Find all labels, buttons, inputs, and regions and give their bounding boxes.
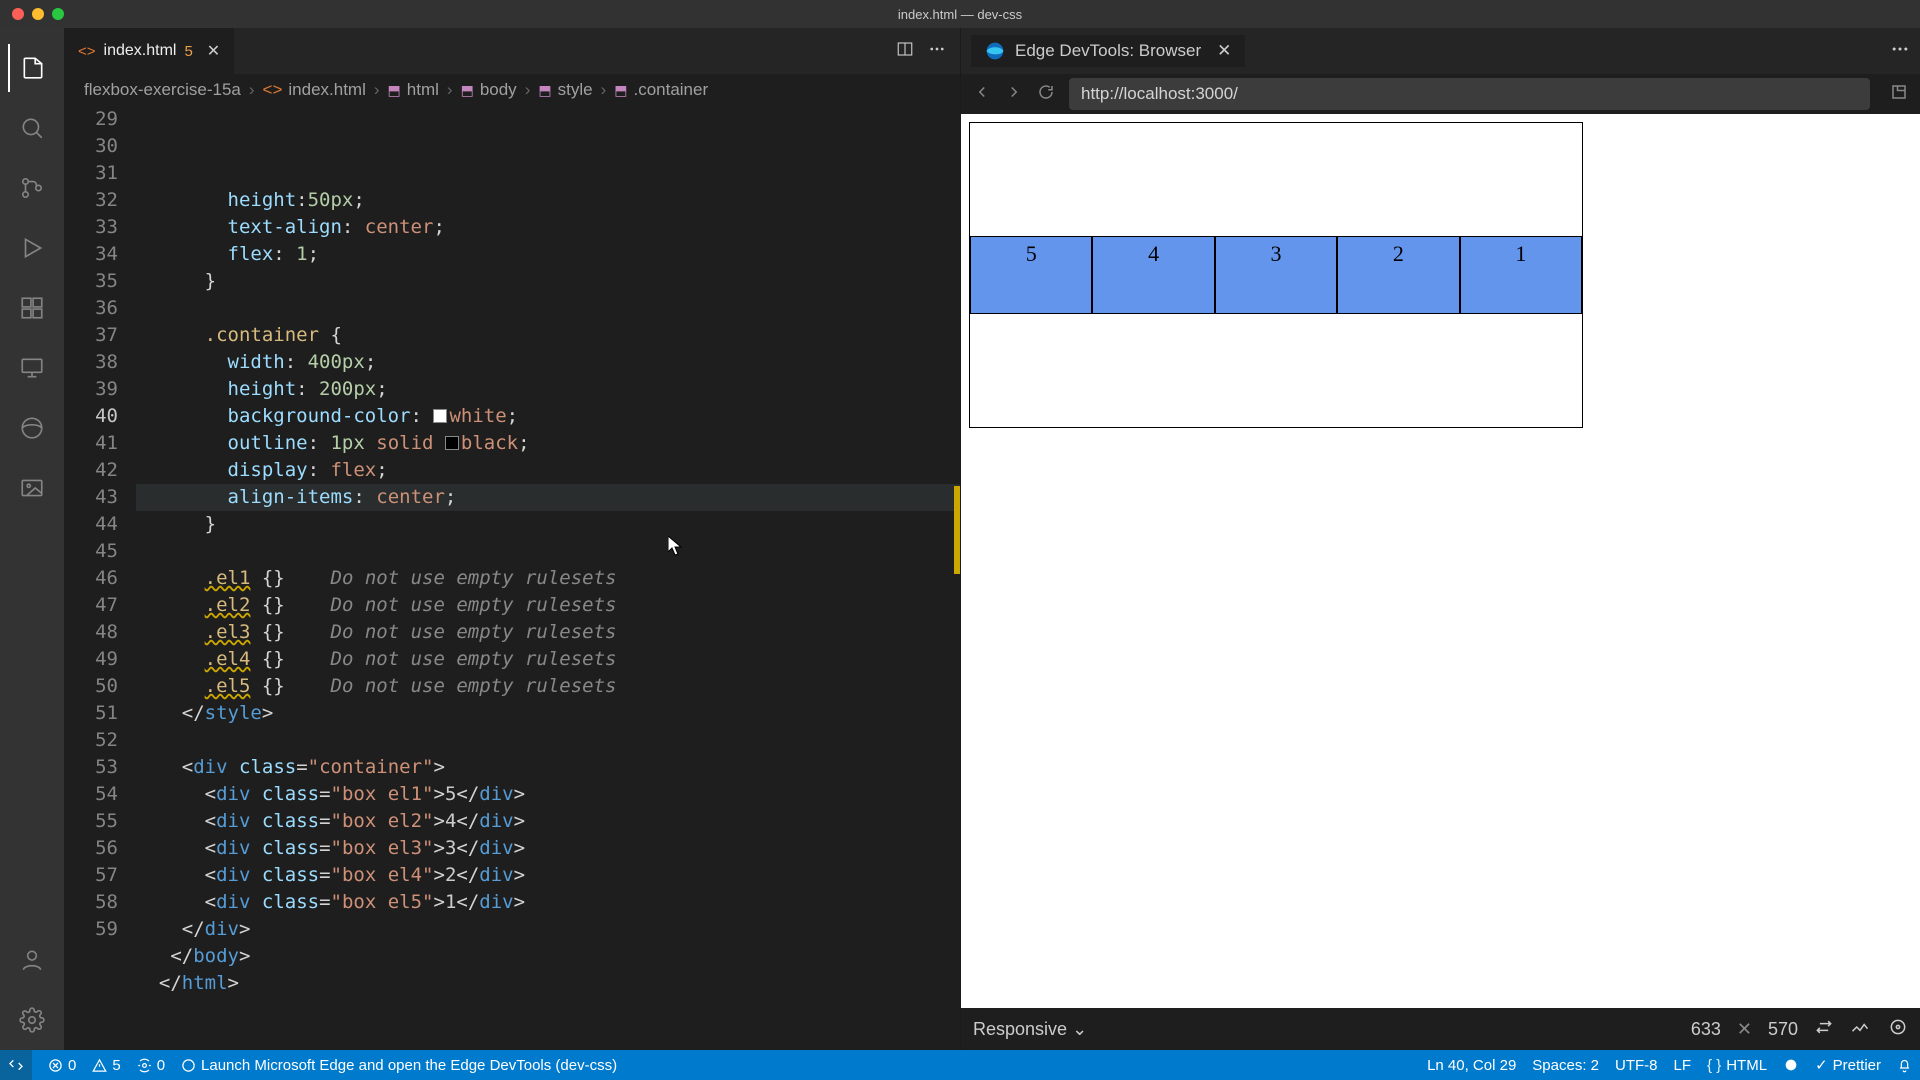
code-content[interactable]: height:50px; text-align: center; flex: 1…	[136, 106, 960, 1050]
status-ports[interactable]: 0	[137, 1057, 165, 1074]
devtools-panel: Edge DevTools: Browser ✕ http://localhos…	[960, 28, 1920, 1050]
crumb-html: ⬒ html	[388, 80, 439, 100]
search-icon[interactable]	[8, 104, 56, 152]
nav-back-icon[interactable]	[973, 83, 991, 106]
close-tab-icon[interactable]: ✕	[207, 41, 220, 61]
nav-forward-icon[interactable]	[1005, 83, 1023, 106]
account-icon[interactable]	[8, 936, 56, 984]
chevron-right-icon: ›	[601, 80, 607, 100]
close-devtools-tab-icon[interactable]: ✕	[1217, 41, 1231, 61]
remote-indicator[interactable]	[0, 1050, 32, 1080]
status-errors[interactable]: 0	[48, 1057, 76, 1074]
crumb-container: ⬒ .container	[614, 80, 708, 100]
devtools-navbar: http://localhost:3000/	[961, 74, 1920, 114]
status-bar: 0 5 0 Launch Microsoft Edge and open the…	[0, 1050, 1920, 1080]
chevron-down-icon: ⌄	[1072, 1019, 1087, 1039]
preview-box-4: 2	[1337, 236, 1459, 314]
breadcrumb[interactable]: flexbox-exercise-15a › <> index.html › ⬒…	[64, 74, 960, 106]
preview-box-5: 1	[1460, 236, 1582, 314]
close-window-button[interactable]	[12, 8, 24, 20]
inspect-icon[interactable]	[1888, 1017, 1908, 1042]
chevron-right-icon: ›	[447, 80, 453, 100]
screenshot-icon[interactable]	[1850, 1017, 1870, 1042]
vscode-window: index.html — dev-css	[0, 0, 1920, 1080]
preview-box-3: 3	[1215, 236, 1337, 314]
status-notifications-icon[interactable]	[1897, 1058, 1912, 1073]
source-control-icon[interactable]	[8, 164, 56, 212]
status-language[interactable]: { } HTML	[1707, 1057, 1767, 1074]
run-debug-icon[interactable]	[8, 224, 56, 272]
dimension-separator: ✕	[1737, 1019, 1752, 1040]
editor-group: <> index.html 5 ✕ flexbox-exercise-15a ›…	[64, 28, 960, 1050]
status-warnings[interactable]: 5	[92, 1057, 120, 1074]
gallery-icon[interactable]	[8, 464, 56, 512]
explorer-icon[interactable]	[8, 44, 56, 92]
chevron-right-icon: ›	[249, 80, 255, 100]
tab-problem-count: 5	[184, 43, 192, 60]
devtools-more-icon[interactable]	[1890, 39, 1910, 64]
status-launch-edge[interactable]: Launch Microsoft Edge and open the Edge …	[181, 1057, 617, 1074]
devtools-tab-row: Edge DevTools: Browser ✕	[961, 28, 1920, 74]
settings-gear-icon[interactable]	[8, 996, 56, 1044]
chevron-right-icon: ›	[374, 80, 380, 100]
more-actions-icon[interactable]	[928, 40, 946, 63]
devtools-tab-title: Edge DevTools: Browser	[1015, 41, 1201, 61]
line-number-gutter: 2930313233343536373839404142434445464748…	[64, 106, 136, 1050]
crumb-body: ⬒ body	[461, 80, 517, 100]
tab-filename: index.html	[104, 42, 177, 60]
remote-explorer-icon[interactable]	[8, 344, 56, 392]
extensions-icon[interactable]	[8, 284, 56, 332]
status-cursor-position[interactable]: Ln 40, Col 29	[1427, 1057, 1516, 1074]
traffic-lights	[0, 8, 64, 20]
minimize-window-button[interactable]	[32, 8, 44, 20]
tab-index-html[interactable]: <> index.html 5 ✕	[64, 28, 235, 74]
status-indentation[interactable]: Spaces: 2	[1532, 1057, 1599, 1074]
html-file-icon: <>	[78, 43, 96, 60]
devtools-tab[interactable]: Edge DevTools: Browser ✕	[971, 35, 1245, 67]
swap-dimensions-icon[interactable]	[1814, 1017, 1834, 1042]
responsive-mode-button[interactable]: Responsive ⌄	[973, 1019, 1087, 1040]
open-external-icon[interactable]	[1890, 83, 1908, 106]
status-go-live[interactable]	[1783, 1057, 1799, 1073]
main-area: <> index.html 5 ✕ flexbox-exercise-15a ›…	[0, 28, 1920, 1050]
activity-bar	[0, 28, 64, 1050]
crumb-folder: flexbox-exercise-15a	[84, 80, 241, 100]
status-prettier[interactable]: ✓ Prettier	[1815, 1056, 1881, 1074]
viewport-height[interactable]: 570	[1768, 1019, 1798, 1040]
editor-tabs: <> index.html 5 ✕	[64, 28, 960, 74]
devtools-statusbar: Responsive ⌄ 633 ✕ 570	[961, 1008, 1920, 1050]
status-encoding[interactable]: UTF-8	[1615, 1057, 1658, 1074]
viewport-width[interactable]: 633	[1691, 1019, 1721, 1040]
edge-browser-icon	[985, 41, 1005, 61]
preview-box-1: 5	[970, 236, 1092, 314]
crumb-file: <> index.html	[263, 80, 366, 100]
preview-box-2: 4	[1092, 236, 1214, 314]
window-title: index.html — dev-css	[898, 7, 1022, 22]
titlebar: index.html — dev-css	[0, 0, 1920, 28]
status-eol[interactable]: LF	[1674, 1057, 1692, 1074]
preview-container: 5 4 3 2 1	[969, 122, 1583, 428]
split-editor-icon[interactable]	[896, 40, 914, 63]
crumb-style: ⬒ style	[538, 80, 592, 100]
nav-reload-icon[interactable]	[1037, 83, 1055, 106]
chevron-right-icon: ›	[525, 80, 531, 100]
minimap-warning-marker[interactable]	[954, 486, 960, 574]
editor-tab-actions	[896, 28, 960, 74]
browser-preview[interactable]: 5 4 3 2 1	[961, 114, 1920, 1008]
code-editor[interactable]: 2930313233343536373839404142434445464748…	[64, 106, 960, 1050]
maximize-window-button[interactable]	[52, 8, 64, 20]
edge-tools-icon[interactable]	[8, 404, 56, 452]
url-bar[interactable]: http://localhost:3000/	[1069, 78, 1870, 110]
